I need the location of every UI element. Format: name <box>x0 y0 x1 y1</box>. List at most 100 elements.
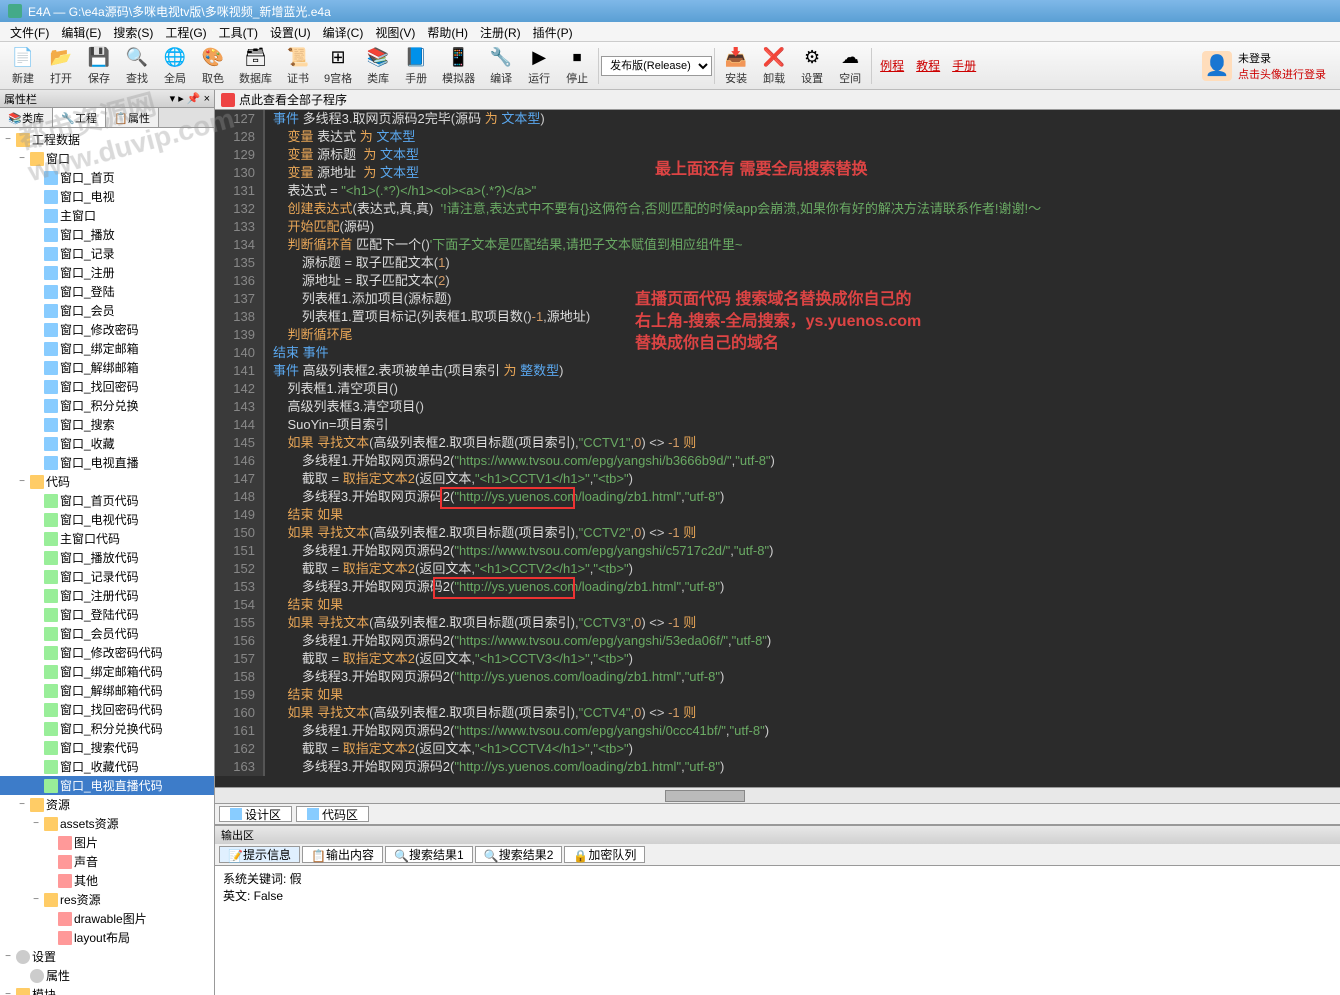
menu-文件[interactable]: 文件(F) <box>4 22 55 41</box>
code-line-136[interactable]: 136 源地址 = 取子匹配文本(2) <box>215 272 1340 290</box>
code-line-139[interactable]: 139 判断循环尾 <box>215 326 1340 344</box>
link-例程[interactable]: 例程 <box>874 57 910 74</box>
tree-item-窗口_注册[interactable]: 窗口_注册 <box>0 263 214 282</box>
install-button[interactable]: 📥安装 <box>717 43 755 89</box>
tree-item-模块[interactable]: −模块 <box>0 985 214 995</box>
menu-插件[interactable]: 插件(P) <box>527 22 579 41</box>
tree-item-res资源[interactable]: −res资源 <box>0 890 214 909</box>
tree-item-窗口_记录[interactable]: 窗口_记录 <box>0 244 214 263</box>
code-line-145[interactable]: 145 如果 寻找文本(高级列表框2.取项目标题(项目索引),"CCTV1",0… <box>215 434 1340 452</box>
global-button[interactable]: 🌐全局 <box>156 43 194 89</box>
code-line-137[interactable]: 137 列表框1.添加项目(源标题) <box>215 290 1340 308</box>
tree-item-窗口_搜索[interactable]: 窗口_搜索 <box>0 415 214 434</box>
menu-编辑[interactable]: 编辑(E) <box>55 22 107 41</box>
output-tab-提示信息[interactable]: 📝提示信息 <box>219 846 300 863</box>
code-line-132[interactable]: 132 创建表达式(表达式,真,真) '!请注意,表达式中不要有{}这俩符合,否… <box>215 200 1340 218</box>
code-line-156[interactable]: 156 多线程1.开始取网页源码2("https://www.tvsou.com… <box>215 632 1340 650</box>
tree-item-窗口_首页代码[interactable]: 窗口_首页代码 <box>0 491 214 510</box>
code-line-134[interactable]: 134 判断循环首 匹配下一个()'下面子文本是匹配结果,请把子文本赋值到相应组… <box>215 236 1340 254</box>
tree-item-属性[interactable]: 属性 <box>0 966 214 985</box>
manual-button[interactable]: 📘手册 <box>397 43 435 89</box>
tree-item-窗口_找回密码代码[interactable]: 窗口_找回密码代码 <box>0 700 214 719</box>
tree-item-窗口_收藏[interactable]: 窗口_收藏 <box>0 434 214 453</box>
code-line-157[interactable]: 157 截取 = 取指定文本2(返回文本,"<h1>CCTV3</h1>","<… <box>215 650 1340 668</box>
tree-item-窗口_搜索代码[interactable]: 窗口_搜索代码 <box>0 738 214 757</box>
code-line-138[interactable]: 138 列表框1.置项目标记(列表框1.取项目数()-1,源地址) <box>215 308 1340 326</box>
code-line-160[interactable]: 160 如果 寻找文本(高级列表框2.取项目标题(项目索引),"CCTV4",0… <box>215 704 1340 722</box>
code-line-151[interactable]: 151 多线程1.开始取网页源码2("https://www.tvsou.com… <box>215 542 1340 560</box>
menu-帮助[interactable]: 帮助(H) <box>421 22 474 41</box>
tree-item-窗口_解绑邮箱代码[interactable]: 窗口_解绑邮箱代码 <box>0 681 214 700</box>
run-button[interactable]: ▶运行 <box>520 43 558 89</box>
menu-视图[interactable]: 视图(V) <box>369 22 421 41</box>
code-line-140[interactable]: 140结束 事件 <box>215 344 1340 362</box>
new-button[interactable]: 📄新建 <box>4 43 42 89</box>
tree-item-窗口_播放代码[interactable]: 窗口_播放代码 <box>0 548 214 567</box>
tree-item-窗口_电视直播代码[interactable]: 窗口_电视直播代码 <box>0 776 214 795</box>
code-line-162[interactable]: 162 截取 = 取指定文本2(返回文本,"<h1>CCTV4</h1>","<… <box>215 740 1340 758</box>
code-line-127[interactable]: 127事件 多线程3.取网页源码2完毕(源码 为 文本型) <box>215 110 1340 128</box>
code-header[interactable]: 点此查看全部子程序 <box>215 90 1340 110</box>
tree-item-窗口_电视直播[interactable]: 窗口_电视直播 <box>0 453 214 472</box>
tree-item-设置[interactable]: −设置 <box>0 947 214 966</box>
code-line-129[interactable]: 129 变量 源标题 为 文本型 <box>215 146 1340 164</box>
code-line-128[interactable]: 128 变量 表达式 为 文本型 <box>215 128 1340 146</box>
tree-item-窗口_收藏代码[interactable]: 窗口_收藏代码 <box>0 757 214 776</box>
tree-item-声音[interactable]: 声音 <box>0 852 214 871</box>
tree-item-窗口_绑定邮箱代码[interactable]: 窗口_绑定邮箱代码 <box>0 662 214 681</box>
code-line-146[interactable]: 146 多线程1.开始取网页源码2("https://www.tvsou.com… <box>215 452 1340 470</box>
link-教程[interactable]: 教程 <box>910 57 946 74</box>
horizontal-scrollbar[interactable] <box>215 787 1340 803</box>
panel-controls[interactable]: ▾ ▸ 📌 × <box>170 92 210 105</box>
code-line-131[interactable]: 131 表达式 = "<h1>(.*?)</h1><ol><a>(.*?)</a… <box>215 182 1340 200</box>
cert-button[interactable]: 📜证书 <box>279 43 317 89</box>
design-tab-设计区[interactable]: 设计区 <box>219 806 292 822</box>
tree-item-窗口_首页[interactable]: 窗口_首页 <box>0 168 214 187</box>
project-tree[interactable]: −工程数据−窗口窗口_首页窗口_电视主窗口窗口_播放窗口_记录窗口_注册窗口_登… <box>0 128 214 995</box>
menu-设置[interactable]: 设置(U) <box>264 22 317 41</box>
tree-item-主窗口代码[interactable]: 主窗口代码 <box>0 529 214 548</box>
tree-item-工程数据[interactable]: −工程数据 <box>0 130 214 149</box>
tree-item-assets资源[interactable]: −assets资源 <box>0 814 214 833</box>
code-line-159[interactable]: 159 结束 如果 <box>215 686 1340 704</box>
build-mode-select[interactable]: 发布版(Release) <box>601 56 712 76</box>
emulator-button[interactable]: 📱模拟器 <box>435 43 482 89</box>
tree-item-窗口_修改密码[interactable]: 窗口_修改密码 <box>0 320 214 339</box>
tree-item-窗口_找回密码[interactable]: 窗口_找回密码 <box>0 377 214 396</box>
design-tab-代码区[interactable]: 代码区 <box>296 806 369 822</box>
color-button[interactable]: 🎨取色 <box>194 43 232 89</box>
menu-工具[interactable]: 工具(T) <box>213 22 264 41</box>
tree-item-drawable图片[interactable]: drawable图片 <box>0 909 214 928</box>
tree-item-窗口_积分兑换代码[interactable]: 窗口_积分兑换代码 <box>0 719 214 738</box>
code-line-161[interactable]: 161 多线程1.开始取网页源码2("https://www.tvsou.com… <box>215 722 1340 740</box>
find-button[interactable]: 🔍查找 <box>118 43 156 89</box>
tree-item-窗口_记录代码[interactable]: 窗口_记录代码 <box>0 567 214 586</box>
tree-item-窗口_修改密码代码[interactable]: 窗口_修改密码代码 <box>0 643 214 662</box>
code-line-148[interactable]: 148 多线程3.开始取网页源码2("http://ys.yuenos.com/… <box>215 488 1340 506</box>
tree-item-窗口_解绑邮箱[interactable]: 窗口_解绑邮箱 <box>0 358 214 377</box>
menu-编译[interactable]: 编译(C) <box>317 22 370 41</box>
code-line-135[interactable]: 135 源标题 = 取子匹配文本(1) <box>215 254 1340 272</box>
tree-item-窗口_登陆[interactable]: 窗口_登陆 <box>0 282 214 301</box>
menu-注册[interactable]: 注册(R) <box>474 22 527 41</box>
db-button[interactable]: 🗃数据库 <box>232 43 279 89</box>
code-line-154[interactable]: 154 结束 如果 <box>215 596 1340 614</box>
output-tab-搜索结果2[interactable]: 🔍搜索结果2 <box>475 846 563 863</box>
user-area[interactable]: 👤未登录点击头像进行登录 <box>1202 50 1336 82</box>
code-line-158[interactable]: 158 多线程3.开始取网页源码2("http://ys.yuenos.com/… <box>215 668 1340 686</box>
tree-item-其他[interactable]: 其他 <box>0 871 214 890</box>
code-line-155[interactable]: 155 如果 寻找文本(高级列表框2.取项目标题(项目索引),"CCTV3",0… <box>215 614 1340 632</box>
space-button[interactable]: ☁空间 <box>831 43 869 89</box>
panel-tab-工程[interactable]: 🔧工程 <box>53 108 106 127</box>
code-line-141[interactable]: 141事件 高级列表框2.表项被单击(项目索引 为 整数型) <box>215 362 1340 380</box>
output-tab-加密队列[interactable]: 🔒加密队列 <box>564 846 645 863</box>
tree-item-窗口_绑定邮箱[interactable]: 窗口_绑定邮箱 <box>0 339 214 358</box>
tree-item-窗口_会员[interactable]: 窗口_会员 <box>0 301 214 320</box>
code-line-152[interactable]: 152 截取 = 取指定文本2(返回文本,"<h1>CCTV2</h1>","<… <box>215 560 1340 578</box>
settings-button[interactable]: ⚙设置 <box>793 43 831 89</box>
stop-button[interactable]: ⏹停止 <box>558 43 596 89</box>
code-line-143[interactable]: 143 高级列表框3.清空项目() <box>215 398 1340 416</box>
code-line-150[interactable]: 150 如果 寻找文本(高级列表框2.取项目标题(项目索引),"CCTV2",0… <box>215 524 1340 542</box>
uninstall-button[interactable]: ❌卸载 <box>755 43 793 89</box>
code-line-147[interactable]: 147 截取 = 取指定文本2(返回文本,"<h1>CCTV1</h1>","<… <box>215 470 1340 488</box>
